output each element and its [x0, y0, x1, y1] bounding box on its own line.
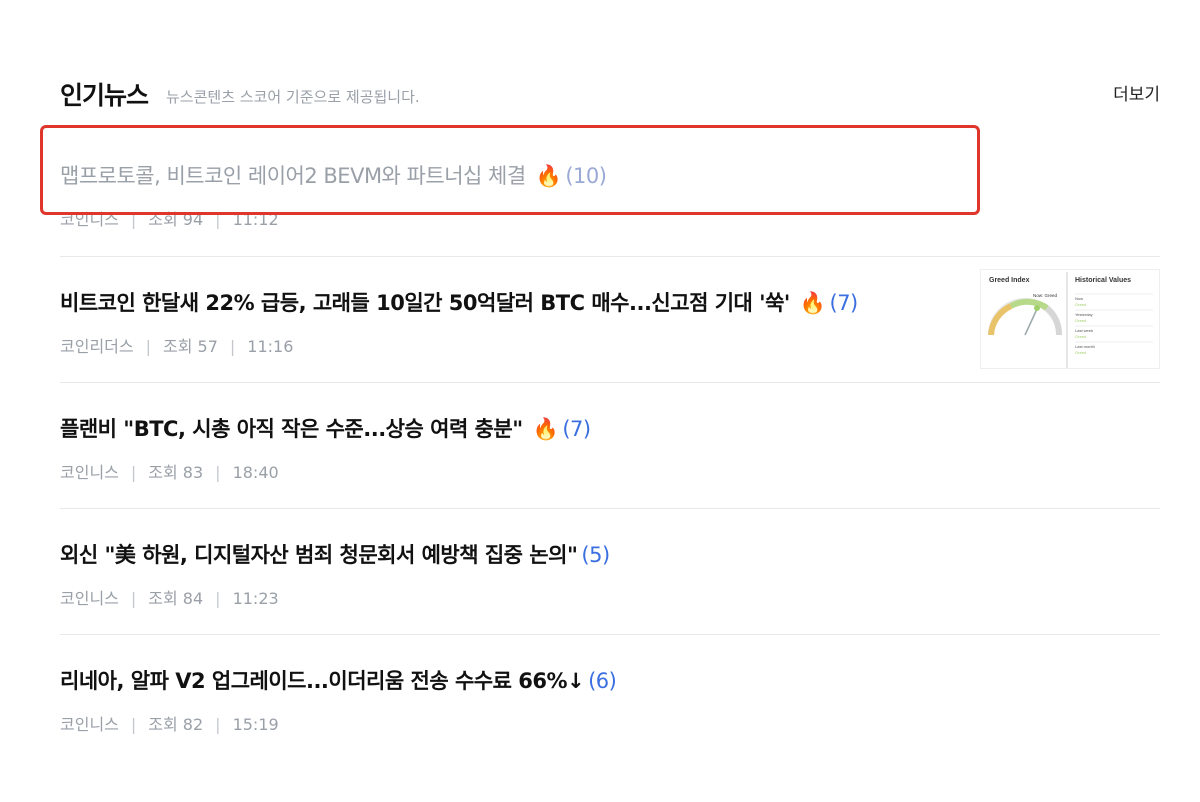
thumb-row-value: Greed	[1075, 350, 1086, 355]
news-title-text: 리네아, 알파 V2 업그레이드...이더리움 전송 수수료 66%↓	[60, 669, 585, 693]
page-title: 인기뉴스	[60, 81, 149, 110]
news-title-link[interactable]: 플랜비 "BTC, 시총 아직 작은 수준...상승 여력 충분" 🔥 (7)	[60, 413, 591, 443]
news-meta: 코인리더스 | 조회 57 | 11:16	[60, 337, 294, 356]
comment-count: (7)	[562, 417, 591, 441]
thumb-row-value: Greed	[1075, 302, 1086, 307]
news-title-text: 외신 "美 하원, 디지털자산 범죄 청문회서 예방책 집중 논의"	[60, 543, 578, 567]
fire-icon: 🔥	[799, 291, 826, 315]
comment-count: (6)	[588, 669, 617, 693]
news-item[interactable]: 비트코인 한달새 22% 급등, 고래들 10일간 50억달러 BTC 매수..…	[60, 257, 1160, 383]
thumb-subtitle: Historical Values	[1075, 277, 1131, 284]
news-list: 맵프로토콜, 비트코인 레이어2 BEVM와 파트너십 체결 🔥 (10) 코인니스…	[60, 130, 1160, 761]
news-views: 조회 57	[163, 337, 218, 356]
news-meta: 코인니스 | 조회 84 | 11:23	[60, 589, 279, 608]
news-title-link[interactable]: 비트코인 한달새 22% 급등, 고래들 10일간 50억달러 BTC 매수..…	[60, 287, 858, 317]
news-title-link[interactable]: 외신 "美 하원, 디지털자산 범죄 청문회서 예방책 집중 논의" (5)	[60, 539, 610, 569]
news-title-link[interactable]: 리네아, 알파 V2 업그레이드...이더리움 전송 수수료 66%↓ (6)	[60, 665, 617, 695]
news-item[interactable]: 외신 "美 하원, 디지털자산 범죄 청문회서 예방책 집중 논의" (5) 코인…	[60, 509, 1160, 635]
thumb-row-value: Greed	[1075, 318, 1086, 323]
news-title-text: 플랜비 "BTC, 시총 아직 작은 수준...상승 여력 충분"	[60, 417, 523, 441]
news-time: 15:19	[232, 715, 279, 734]
news-title-text: 비트코인 한달새 22% 급등, 고래들 10일간 50억달러 BTC 매수..…	[60, 291, 790, 315]
news-views: 조회 84	[148, 589, 204, 608]
thumb-row-value: Greed	[1075, 334, 1086, 339]
comment-count: (5)	[581, 543, 610, 567]
news-header: 인기뉴스 뉴스콘텐츠 스코어 기준으로 제공됩니다. 더보기	[60, 74, 1160, 114]
page-subtitle: 뉴스콘텐츠 스코어 기준으로 제공됩니다.	[166, 88, 420, 106]
news-time: 18:40	[232, 463, 279, 482]
thumb-row-label: Yesterday	[1075, 312, 1093, 317]
news-views: 조회 82	[148, 715, 204, 734]
news-source: 코인리더스	[60, 337, 134, 356]
greed-index-thumbnail-graphic: Greed Index Historical Values Now: Greed…	[981, 270, 1159, 368]
thumb-title: Greed Index	[989, 277, 1030, 284]
highlight-box	[40, 125, 980, 215]
news-meta: 코인니스 | 조회 82 | 15:19	[60, 715, 279, 734]
thumb-row-label: Now	[1075, 296, 1083, 301]
news-meta: 코인니스 | 조회 83 | 18:40	[60, 463, 279, 482]
news-source: 코인니스	[60, 715, 119, 734]
thumb-row-label: Last week	[1075, 328, 1093, 333]
news-source: 코인니스	[60, 589, 119, 608]
news-time: 11:16	[247, 337, 294, 356]
more-link[interactable]: 더보기	[1113, 80, 1160, 105]
fire-icon: 🔥	[532, 417, 559, 441]
thumb-row-label: Last month	[1075, 344, 1095, 349]
news-item[interactable]: 플랜비 "BTC, 시총 아직 작은 수준...상승 여력 충분" 🔥 (7) 코인…	[60, 383, 1160, 509]
news-item[interactable]: 리네아, 알파 V2 업그레이드...이더리움 전송 수수료 66%↓ (6) 코…	[60, 635, 1160, 761]
news-source: 코인니스	[60, 463, 119, 482]
news-thumbnail[interactable]: Greed Index Historical Values Now: Greed…	[980, 269, 1160, 369]
comment-count: (7)	[829, 291, 859, 315]
thumb-now-label: Now: Greed	[1033, 293, 1058, 298]
news-views: 조회 83	[148, 463, 204, 482]
news-time: 11:23	[232, 589, 279, 608]
